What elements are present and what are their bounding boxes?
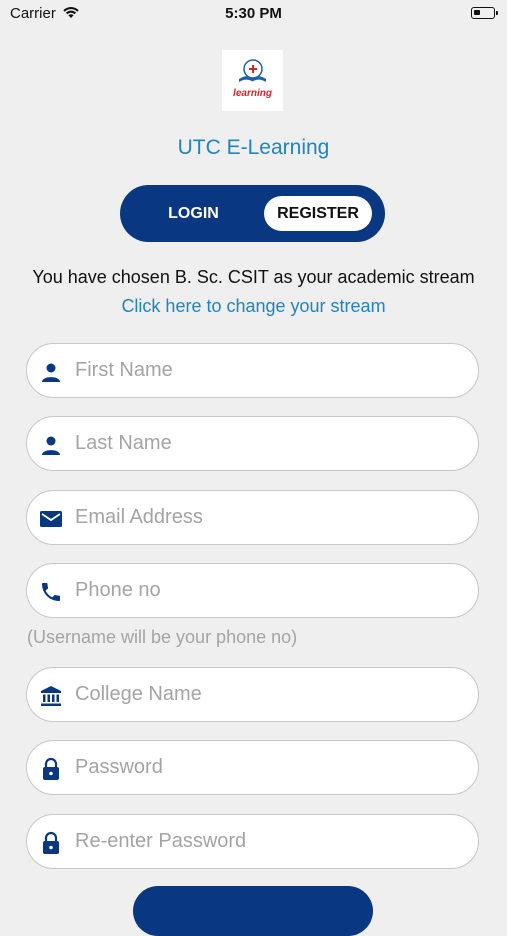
tab-register[interactable]: REGISTER bbox=[264, 196, 372, 231]
lock-icon bbox=[43, 831, 59, 854]
last-name-field[interactable] bbox=[26, 416, 479, 471]
college-input[interactable] bbox=[75, 668, 465, 721]
mail-icon bbox=[40, 511, 62, 527]
email-input[interactable] bbox=[75, 491, 465, 544]
phone-input[interactable] bbox=[75, 564, 465, 617]
app-logo: learning bbox=[222, 50, 283, 111]
phone-hint: (Username will be your phone no) bbox=[27, 627, 298, 647]
battery-icon bbox=[471, 7, 498, 19]
confirm-password-input[interactable] bbox=[75, 815, 465, 868]
auth-mode-toggle: LOGIN REGISTER bbox=[120, 185, 385, 242]
phone-field[interactable] bbox=[26, 563, 479, 618]
bank-icon bbox=[41, 686, 61, 706]
email-field[interactable] bbox=[26, 490, 479, 545]
register-submit-button[interactable] bbox=[133, 886, 373, 936]
person-icon bbox=[42, 363, 60, 382]
status-bar: Carrier 5:30 PM bbox=[0, 0, 507, 28]
phone-icon bbox=[42, 583, 60, 601]
college-field[interactable] bbox=[26, 667, 479, 722]
logo-text: learning bbox=[233, 88, 272, 99]
book-icon bbox=[239, 59, 266, 82]
first-name-field[interactable] bbox=[26, 343, 479, 398]
stream-info-text: You have chosen B. Sc. CSIT as your acad… bbox=[32, 267, 475, 287]
change-stream-link[interactable]: Click here to change your stream bbox=[0, 296, 507, 317]
password-input[interactable] bbox=[75, 741, 465, 794]
password-field[interactable] bbox=[26, 740, 479, 795]
app-title: UTC E-Learning bbox=[177, 136, 330, 159]
last-name-input[interactable] bbox=[75, 417, 465, 470]
clock: 5:30 PM bbox=[225, 5, 282, 22]
confirm-password-field[interactable] bbox=[26, 814, 479, 869]
tab-login[interactable]: LOGIN bbox=[132, 195, 255, 232]
person-icon bbox=[42, 436, 60, 455]
lock-icon bbox=[43, 757, 59, 780]
first-name-input[interactable] bbox=[75, 344, 465, 397]
